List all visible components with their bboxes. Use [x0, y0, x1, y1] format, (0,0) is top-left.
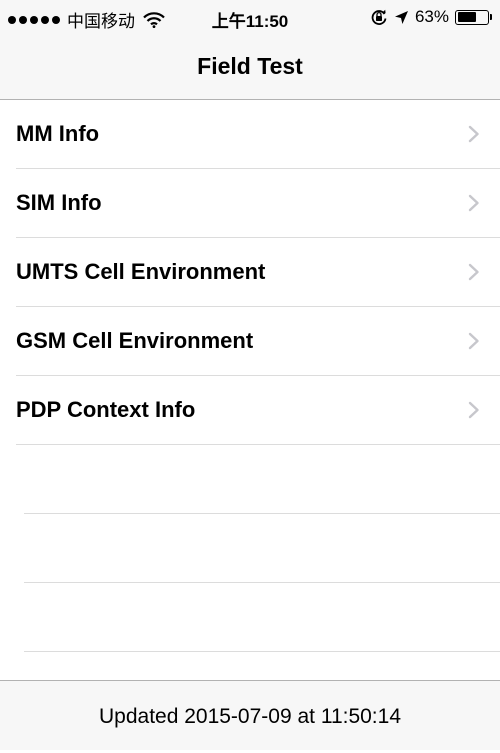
menu-item-pdp-context-info[interactable]: PDP Context Info	[16, 376, 500, 445]
chevron-right-icon	[468, 263, 479, 281]
menu-item-label: PDP Context Info	[16, 397, 196, 422]
wifi-icon	[143, 11, 165, 28]
menu-item-mm-info[interactable]: MM Info	[16, 100, 500, 169]
empty-row	[24, 583, 500, 652]
chevron-right-icon	[468, 194, 479, 212]
navigation-bar: Field Test	[0, 34, 500, 100]
menu-item-gsm-cell-environment[interactable]: GSM Cell Environment	[16, 307, 500, 376]
location-arrow-icon	[394, 10, 408, 24]
battery-fill	[457, 12, 476, 22]
battery-percent: 63%	[414, 7, 449, 26]
status-time: 上午11:50	[211, 12, 289, 31]
carrier-name: 中国移动	[67, 12, 135, 31]
rotation-lock-icon	[371, 9, 387, 25]
menu-item-label: SIM Info	[16, 190, 102, 215]
status-right: 63%	[370, 7, 492, 27]
menu-item-sim-info[interactable]: SIM Info	[16, 169, 500, 238]
chevron-right-icon	[468, 332, 479, 350]
signal-dots-icon	[8, 15, 60, 24]
status-bar: 中国移动 上午11:50 63%	[0, 0, 500, 34]
empty-row	[24, 445, 500, 514]
menu-item-label: MM Info	[16, 121, 100, 146]
bottom-toolbar: Updated 2015-07-09 at 11:50:14	[0, 680, 500, 750]
status-left: 中国移动	[8, 7, 165, 32]
updated-timestamp: Updated 2015-07-09 at 11:50:14	[98, 705, 402, 728]
empty-row	[24, 514, 500, 583]
menu-list: MM Info SIM Info UMTS Cell Environment G…	[0, 100, 500, 652]
chevron-right-icon	[468, 401, 479, 419]
chevron-right-icon	[468, 125, 479, 143]
page-title: Field Test	[197, 53, 303, 79]
menu-item-umts-cell-environment[interactable]: UMTS Cell Environment	[16, 238, 500, 307]
menu-item-label: GSM Cell Environment	[16, 328, 254, 353]
battery-icon	[455, 9, 492, 25]
menu-item-label: UMTS Cell Environment	[16, 259, 266, 284]
